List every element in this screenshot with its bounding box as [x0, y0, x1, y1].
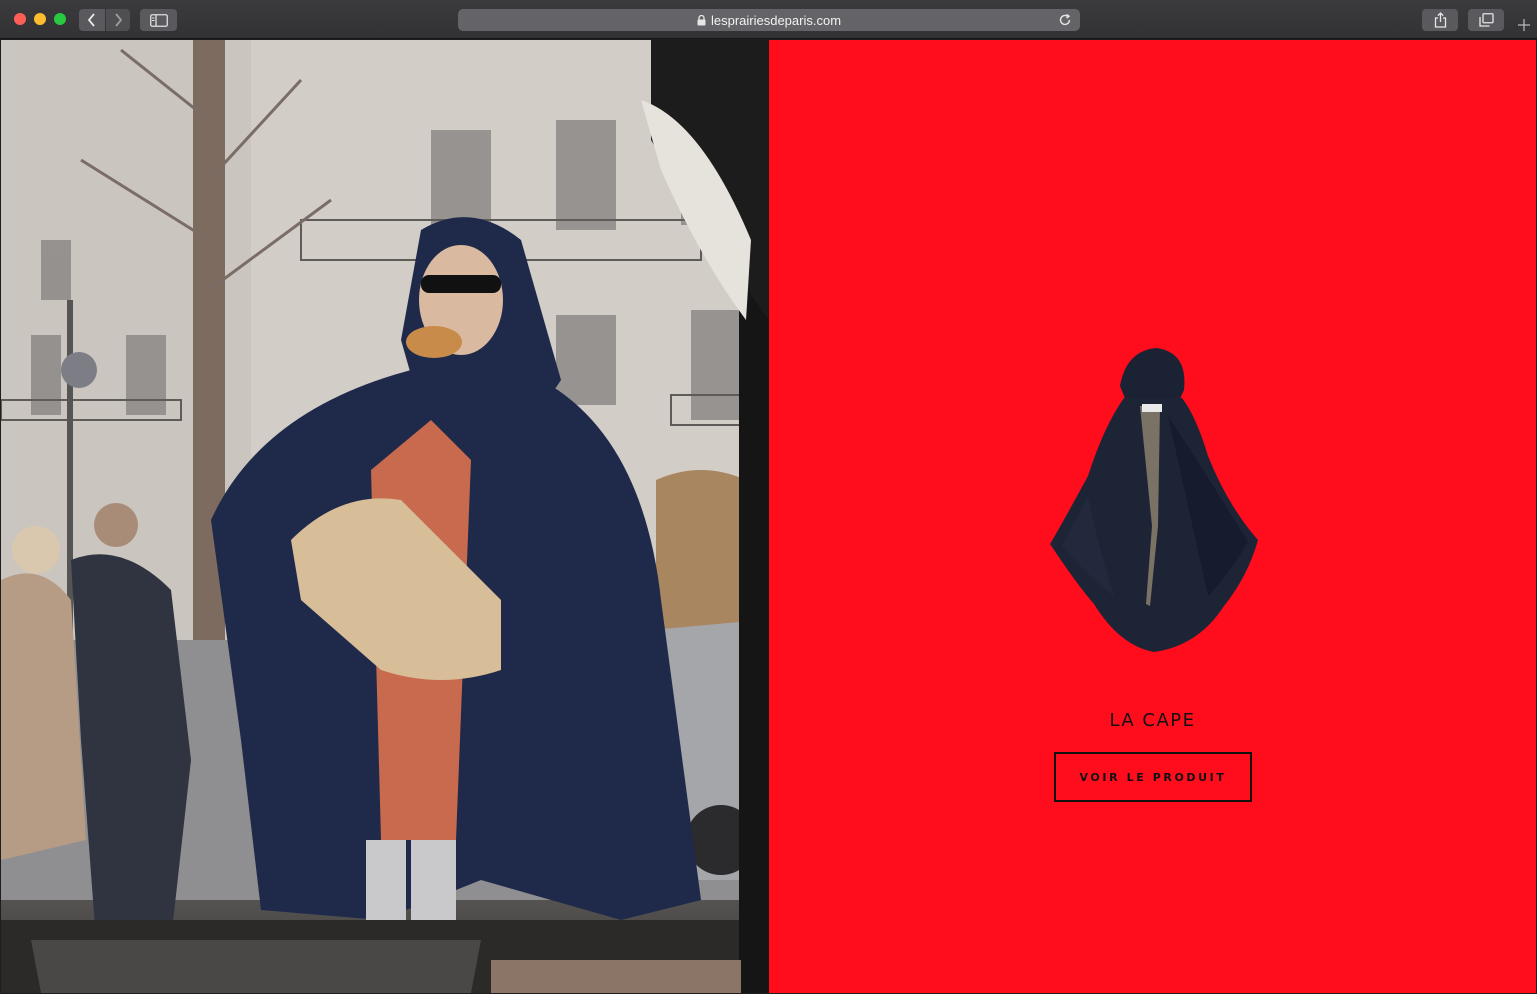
share-button[interactable] — [1422, 9, 1458, 31]
browser-toolbar: lesprairiesdeparis.com — [0, 0, 1537, 39]
hero-photo — [1, 40, 769, 993]
web-page: LA CAPE VOIR LE PRODUIT — [1, 40, 1536, 993]
new-tab-button[interactable] — [1514, 12, 1534, 38]
sidebar-toggle-button[interactable] — [140, 9, 177, 31]
window-minimize-button[interactable] — [34, 13, 46, 25]
product-panel: LA CAPE VOIR LE PRODUIT — [769, 40, 1536, 993]
chevron-left-icon — [87, 13, 95, 27]
cape-product-image[interactable] — [1048, 346, 1260, 654]
chevron-right-icon — [115, 13, 123, 27]
plus-icon — [1518, 19, 1530, 31]
back-button[interactable] — [79, 9, 105, 31]
lock-icon — [697, 14, 706, 26]
forward-button[interactable] — [106, 9, 130, 31]
window-zoom-button[interactable] — [54, 13, 66, 25]
url-text: lesprairiesdeparis.com — [710, 12, 842, 28]
share-icon — [1434, 12, 1446, 28]
product-title: LA CAPE — [1109, 710, 1196, 731]
reload-icon[interactable] — [1058, 13, 1072, 27]
window-close-button[interactable] — [14, 13, 26, 25]
tab-overview-button[interactable] — [1468, 9, 1504, 31]
address-bar[interactable]: lesprairiesdeparis.com — [458, 9, 1080, 31]
view-product-button[interactable]: VOIR LE PRODUIT — [1054, 752, 1252, 802]
sidebar-icon — [149, 13, 168, 27]
tabs-overview-icon — [1478, 13, 1494, 27]
